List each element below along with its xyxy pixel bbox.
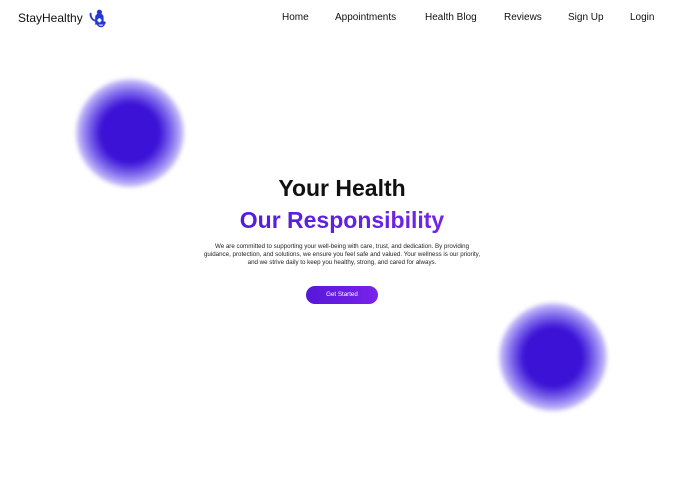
decorative-blue-glow-left [76, 79, 184, 187]
nav-home-link[interactable]: Home [282, 12, 309, 24]
nav-reviews-link[interactable]: Reviews [504, 12, 542, 24]
nav-login-link[interactable]: Login [630, 12, 654, 24]
hero-title-line-2: Our Responsibility [0, 206, 684, 234]
main-navigation: Home Appointments Health Blog Reviews Si… [0, 12, 684, 26]
nav-appointments-link[interactable]: Appointments [335, 12, 396, 24]
hero-title-line-1: Your Health [278, 175, 406, 202]
hero-description: We are committed to supporting your well… [203, 243, 481, 267]
decorative-blue-glow-right [499, 303, 607, 411]
nav-sign-up-link[interactable]: Sign Up [568, 12, 604, 24]
nav-health-blog-link[interactable]: Health Blog [425, 12, 477, 24]
get-started-button[interactable]: Get Started [306, 286, 378, 304]
top-navbar: StayHealthy Home Appointments Health Blo… [0, 0, 684, 36]
landing-page: StayHealthy Home Appointments Health Blo… [0, 0, 684, 481]
